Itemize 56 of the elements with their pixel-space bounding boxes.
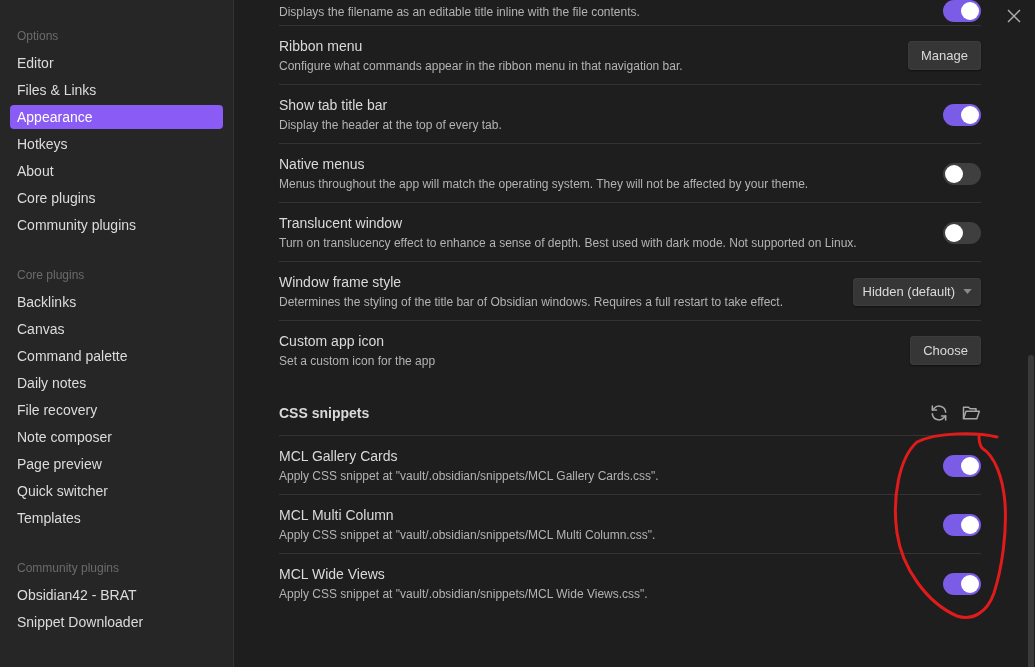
reload-icon[interactable] — [929, 403, 949, 423]
section-heading: Community plugins — [16, 560, 121, 577]
toggle-switch[interactable] — [943, 103, 981, 126]
sidebar-item[interactable]: Snippet Downloader — [10, 610, 223, 634]
setting-description: Configure what commands appear in the ribbon menu in that navigation bar. — [279, 58, 684, 75]
toggle-switch[interactable] — [943, 221, 981, 244]
snippet-title: MCL Multi Column — [279, 506, 395, 525]
setting-title: Translucent window — [279, 214, 404, 233]
section-heading: Core plugins — [16, 267, 86, 284]
sidebar-item[interactable]: File recovery — [10, 398, 223, 422]
sidebar-item[interactable]: Files & Links — [10, 78, 223, 102]
sidebar-item[interactable]: Page preview — [10, 452, 223, 476]
setting-description: Determines the styling of the title bar of Obsidian windows. Requires a full restart to take effect. — [279, 294, 785, 311]
sidebar-item[interactable]: Appearance — [10, 105, 223, 129]
sidebar-item[interactable]: Templates — [10, 506, 223, 530]
setting-button[interactable]: Manage — [908, 41, 981, 70]
setting-title: Native menus — [279, 155, 366, 174]
setting-description: Turn on translucency effect to enhance a sense of depth. Best used with dark mode. Not supported on Linux. — [279, 235, 858, 252]
snippet-description: Apply CSS snippet at "vault/.obsidian/snippets/MCL Multi Column.css". — [279, 527, 657, 544]
sidebar-item[interactable]: Note composer — [10, 425, 223, 449]
toggle-switch[interactable] — [943, 162, 981, 185]
snippet-description: Apply CSS snippet at "vault/.obsidian/snippets/MCL Gallery Cards.css". — [279, 468, 660, 485]
scrollbar-thumb[interactable] — [1028, 355, 1034, 667]
setting-title: Show tab title bar — [279, 96, 389, 115]
setting-description: Menus throughout the app will match the operating system. They will not be affected by your theme. — [279, 176, 810, 193]
toggle-switch[interactable] — [943, 513, 981, 536]
setting-description: Set a custom icon for the app — [279, 353, 437, 370]
toggle-switch[interactable] — [943, 454, 981, 477]
setting-title: Window frame style — [279, 273, 403, 292]
section-heading: Options — [16, 28, 60, 45]
sidebar-item[interactable]: Core plugins — [10, 186, 223, 210]
sidebar-item[interactable]: Community plugins — [10, 213, 223, 237]
setting-button[interactable]: Choose — [910, 336, 981, 365]
sidebar-item[interactable]: Canvas — [10, 317, 223, 341]
setting-title: Ribbon menu — [279, 37, 364, 56]
setting-description: Display the header at the top of every tab. — [279, 117, 503, 134]
close-icon[interactable] — [1007, 9, 1021, 23]
section-heading: CSS snippets — [279, 404, 371, 423]
setting-description: Displays the filename as an editable title inline with the file contents. — [279, 3, 641, 21]
sidebar-item[interactable]: Daily notes — [10, 371, 223, 395]
sidebar-item[interactable]: Backlinks — [10, 290, 223, 314]
dropdown-select[interactable]: Hidden (default) — [852, 277, 981, 306]
sidebar-item[interactable]: Editor — [10, 51, 223, 75]
toggle-switch[interactable] — [943, 572, 981, 595]
snippet-title: MCL Gallery Cards — [279, 447, 399, 466]
sidebar-item[interactable]: Quick switcher — [10, 479, 223, 503]
caret-icon — [963, 289, 972, 294]
sidebar-item[interactable]: Obsidian42 - BRAT — [10, 583, 223, 607]
folder-icon[interactable] — [961, 403, 981, 423]
sidebar-item[interactable]: Command palette — [10, 344, 223, 368]
sidebar-item[interactable]: Hotkeys — [10, 132, 223, 156]
snippet-description: Apply CSS snippet at "vault/.obsidian/snippets/MCL Wide Views.css". — [279, 586, 649, 603]
toggle-switch[interactable] — [943, 0, 981, 22]
setting-title: Custom app icon — [279, 332, 386, 351]
sidebar-item[interactable]: About — [10, 159, 223, 183]
snippet-title: MCL Wide Views — [279, 565, 386, 584]
